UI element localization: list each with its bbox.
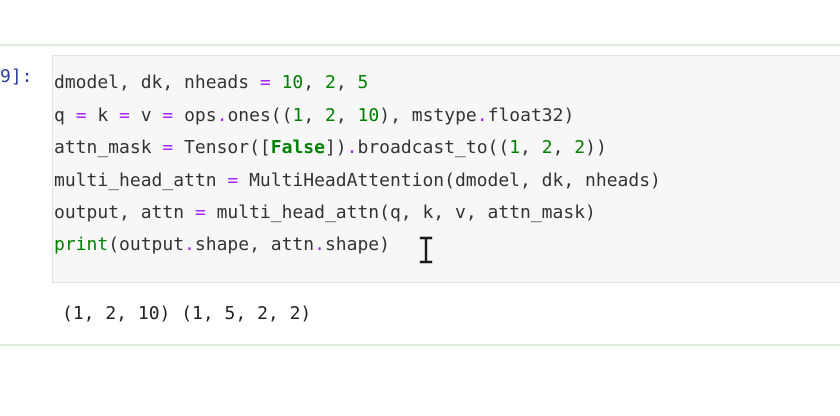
code-token: , [520,137,542,158]
code-token: , [335,105,358,126]
code-token: broadcast_to(( [357,137,510,158]
code-token: , [552,137,575,158]
operator-token: = [162,105,174,126]
code-line-3[interactable]: attn_mask = Tensor([False]).broadcast_to… [54,133,607,163]
operator-token: . [184,234,195,255]
operator-token: . [476,105,488,126]
number-token: 2 [325,105,336,126]
code-line-1[interactable]: dmodel, dk, nheads = 10, 2, 5 [54,68,368,98]
number-token: 5 [357,72,369,93]
code-token: ops [173,105,217,126]
code-token: dmodel, dk, nheads [54,72,260,93]
number-token: 1 [292,105,304,126]
code-token: , [303,105,326,126]
code-token: ones(( [227,105,293,126]
operator-token: = [227,170,239,191]
code-line-2[interactable]: q = k = v = ops.ones((1, 2, 10), mstype.… [54,101,574,131]
code-token: output, attn [54,202,195,223]
operator-token: = [119,105,130,126]
number-token: 2 [574,137,586,158]
operator-token: . [216,105,228,126]
code-token: )) [585,137,607,158]
operator-token: = [162,137,174,158]
number-token: 2 [324,72,336,93]
code-token: ]) [324,137,347,158]
code-token: multi_head_attn [54,170,228,191]
keyword-token: False [270,137,325,158]
code-token: q [54,105,76,126]
operator-token: . [314,234,325,255]
code-token: float32) [487,105,575,126]
code-token: shape, attn [194,234,315,255]
code-token: shape) [324,234,390,255]
code-token: , [335,72,358,93]
code-token: MultiHeadAttention(dmodel, dk, nheads) [238,170,661,191]
builtin-token: print [54,234,109,255]
operator-token: = [259,72,271,93]
code-token: , [303,72,325,93]
operator-token: = [194,202,206,223]
code-token: multi_head_attn(q, k, v, attn_mask) [205,202,596,223]
code-token: attn_mask [54,137,163,158]
code-token: Tensor([ [173,137,271,158]
code-line-4[interactable]: multi_head_attn = MultiHeadAttention(dmo… [54,166,661,196]
code-token: k [86,105,120,126]
code-token: (output [108,234,185,255]
number-token: 2 [541,137,553,158]
code-token: v [129,105,163,126]
code-token: ), mstype [379,105,477,126]
operator-token: . [346,137,358,158]
operator-token: = [75,105,87,126]
cell-output: (1, 2, 10) (1, 5, 2, 2) [62,303,312,324]
input-prompt: 9]: [0,66,33,87]
i-beam-cursor-icon [419,236,433,264]
number-token: 1 [509,137,521,158]
code-line-6[interactable]: print(output.shape, attn.shape) [54,230,390,260]
number-token: 10 [281,72,304,93]
code-line-5[interactable]: output, attn = multi_head_attn(q, k, v, … [54,198,596,228]
number-token: 10 [357,105,380,126]
